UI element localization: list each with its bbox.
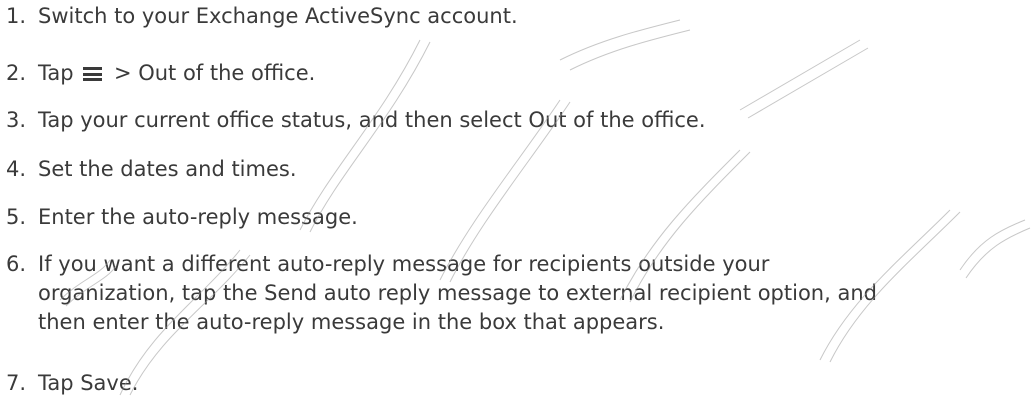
- step-number: 4.: [6, 157, 27, 181]
- step-text: If you want a different auto-reply messa…: [38, 250, 877, 337]
- step-text-line: organization, tap the Send auto reply me…: [38, 281, 877, 305]
- step-number: 7.: [6, 371, 27, 395]
- step-text: Tap your current office status, and then…: [38, 108, 706, 132]
- step-text: Set the dates and times.: [38, 157, 297, 181]
- step-text-line: then enter the auto-reply message in the…: [38, 310, 665, 334]
- step-number: 2.: [6, 61, 27, 85]
- step-text: Enter the auto-reply message.: [38, 205, 358, 229]
- menu-icon: [83, 67, 103, 81]
- step-text: Tap Save.: [38, 371, 139, 395]
- step-number: 5.: [6, 205, 27, 229]
- step-prefix: Tap: [38, 61, 74, 85]
- step-text: Switch to your Exchange ActiveSync accou…: [38, 4, 518, 28]
- step-number: 6.: [6, 252, 27, 276]
- step-text: Tap > Out of the office.: [38, 59, 315, 88]
- step-number: 1.: [6, 4, 27, 28]
- step-text-line: If you want a different auto-reply messa…: [38, 252, 770, 276]
- step-suffix: > Out of the office.: [113, 61, 316, 85]
- step-number: 3.: [6, 108, 27, 132]
